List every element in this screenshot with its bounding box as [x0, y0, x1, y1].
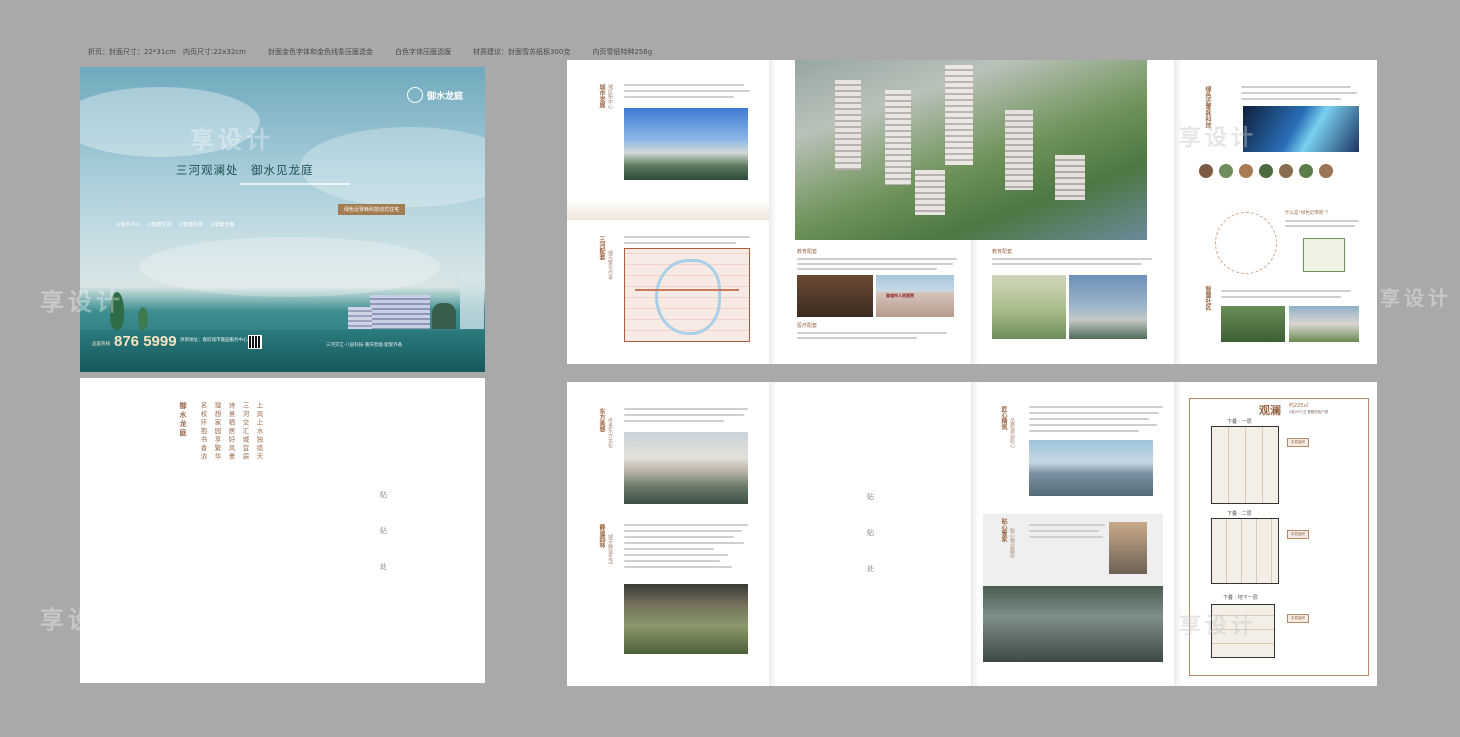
spread-1: 城市发展 城区新中心 三河配套 城市繁华尽享 教育配套 晋城市人民医院 医疗配套…: [567, 60, 1377, 364]
section-subtitle: 贴心物业服务: [1009, 528, 1015, 558]
library-photo: [797, 275, 873, 317]
plan-title: 观澜: [1259, 404, 1281, 417]
poem-line: 诗意栖居好风景: [227, 402, 235, 462]
cover-subline: [240, 183, 350, 185]
clubhouse-photo: [624, 432, 748, 504]
watermark: 享设计: [1179, 614, 1258, 639]
location-map: [624, 248, 750, 342]
section-title: 东方美感: [598, 408, 605, 432]
spec-item: 内页雪纸特种256g: [592, 48, 653, 56]
community-photo: [1289, 306, 1359, 342]
students-photo: [992, 275, 1066, 339]
section-subtitle: 传承东方文化: [607, 418, 613, 448]
back-poem: 上风上水独揽天 三河交汇城宜居 诗意栖居好风景 理想家园享繁华 名校环抱书香浓: [198, 402, 264, 462]
paste-char: 贴: [867, 493, 874, 501]
floorplan-1: [1211, 426, 1279, 504]
hotline-number: 876 5999: [114, 333, 177, 350]
aerial-render: [795, 60, 1147, 240]
poem-line: 三河交汇城宜居: [241, 402, 249, 462]
logo-text: 御水龙庭: [426, 91, 463, 102]
feature-item: ◎健康生活: [147, 222, 172, 228]
feature-item: ◎智能科技: [178, 222, 204, 228]
floor-label: 下叠 · 地下一层: [1223, 595, 1258, 601]
garden-photo: [1221, 306, 1285, 342]
dragon-logo-icon: [406, 87, 423, 103]
plan-type: 4室2厅3卫 叠墅样板户型: [1289, 410, 1329, 414]
staff-photo: [983, 586, 1163, 662]
section-subtitle: 城区新中心: [607, 84, 613, 109]
spec-item: 封面金色字体和金色线条压膜烫金: [267, 48, 373, 56]
poem-line: 理想家园享繁华: [213, 402, 221, 462]
cover-page: 御水龙庭 三河观澜处 御水见龙庭 绿色近零耗科技动式住宅 ◎城市中心 ◎健康生活…: [80, 67, 485, 372]
cover-address: 项目地址：嘉欣城市嘉园服务中心: [180, 338, 248, 343]
floor-label: 下叠 · 二层: [1227, 511, 1252, 517]
paste-here: 贴 贴 处: [380, 490, 387, 572]
plan-tag: 本层面积: [1287, 614, 1309, 623]
mountain-divider: [567, 200, 769, 220]
section-subtitle: 品质源自匠心: [1009, 418, 1015, 448]
cover-logo: 御水龙庭: [406, 87, 463, 103]
section-title: 三河配套: [598, 236, 605, 260]
office-towers-photo: [1029, 440, 1153, 496]
cover-badge: 绿色近零耗科技动式住宅: [338, 204, 406, 215]
city-photo: [624, 108, 748, 180]
watermark: 享设计: [1380, 286, 1452, 310]
poem-line: 名校环抱书香浓: [199, 402, 207, 462]
cover-building: [370, 295, 430, 329]
watermark: 享设计: [1179, 126, 1258, 151]
floorplan-2: [1211, 518, 1279, 584]
hospital-photo: 晋城市人民医院: [876, 275, 954, 317]
floor-label: 下叠 · 一层: [1227, 419, 1252, 425]
paste-here: 贴 贴 处: [867, 492, 874, 574]
spec-item: 材质建议：封面雪苏纸板300克: [472, 48, 571, 56]
cover-headline: 三河观澜处 御水见龙庭: [176, 163, 314, 177]
plan-tag: 本层面积: [1287, 438, 1309, 447]
plan-area: 约225㎡: [1289, 403, 1309, 409]
paste-char: 贴: [867, 529, 874, 537]
paste-char: 贴: [380, 527, 387, 535]
school-heading: 教育配套: [992, 249, 1013, 255]
spec-line: 折页：封面尺寸：22*31cm 内页尺寸:22x32cm 封面金色字体和金色线条…: [88, 47, 652, 57]
section-subtitle: 城市繁华尽享: [607, 250, 613, 280]
section-subtitle: 城市静谧生活: [607, 534, 613, 564]
back-page: 御水龙庭 上风上水独揽天 三河交汇城宜居 诗意栖居好风景 理想家园享繁华 名校环…: [80, 378, 485, 683]
section-title: 贴心管家: [1000, 518, 1007, 542]
house-diagram-icon: [1303, 238, 1345, 272]
back-title: 御水龙庭: [179, 402, 188, 438]
cover-trees: [110, 292, 124, 330]
q-heading: 什么是“绿色近零耗”？: [1285, 211, 1331, 216]
green-diagram: [1215, 212, 1277, 274]
section-title: 城市发展: [598, 84, 605, 108]
spec-item: 白色字体压膜烫膜: [394, 48, 451, 56]
feature-item: ◎配套全备: [210, 222, 235, 228]
feature-item: ◎城市中心: [116, 222, 141, 228]
med-heading: 医疗配套: [797, 323, 818, 329]
school-building-photo: [1069, 275, 1147, 339]
section-title: 匠心精筑: [1000, 406, 1007, 430]
qr-code-icon: [248, 335, 262, 349]
smart-device-photo: [1243, 106, 1359, 152]
service-photo: [1109, 522, 1147, 574]
feature-icons: [1199, 164, 1359, 186]
section-title: 静谧园林: [598, 524, 605, 548]
poem-line: 上风上水独揽天: [255, 402, 263, 462]
plan-tag: 本层面积: [1287, 530, 1309, 539]
spread-2: 东方美感 传承东方文化 静谧园林 城市静谧生活 贴 贴 处 匠心精筑 品质源自匠…: [567, 382, 1377, 686]
paste-char: 贴: [380, 491, 387, 499]
paste-char: 处: [867, 565, 874, 573]
cover-features: ◎城市中心 ◎健康生活 ◎智能科技 ◎配套全备: [116, 221, 235, 228]
section-title: 智慧社区: [1204, 286, 1211, 310]
paste-char: 处: [380, 563, 387, 571]
hospital-sign: 晋城市人民医院: [886, 293, 914, 298]
edu-heading: 教育配套: [797, 249, 818, 255]
cover-tags: 三河交汇·八层科技·重庆智能·配套齐备: [326, 343, 403, 348]
spec-item: 折页：封面尺寸：22*31cm 内页尺寸:22x32cm: [88, 48, 246, 56]
garden-walkway-photo: [624, 584, 748, 654]
hotline-label: 品鉴热线: [92, 342, 110, 347]
